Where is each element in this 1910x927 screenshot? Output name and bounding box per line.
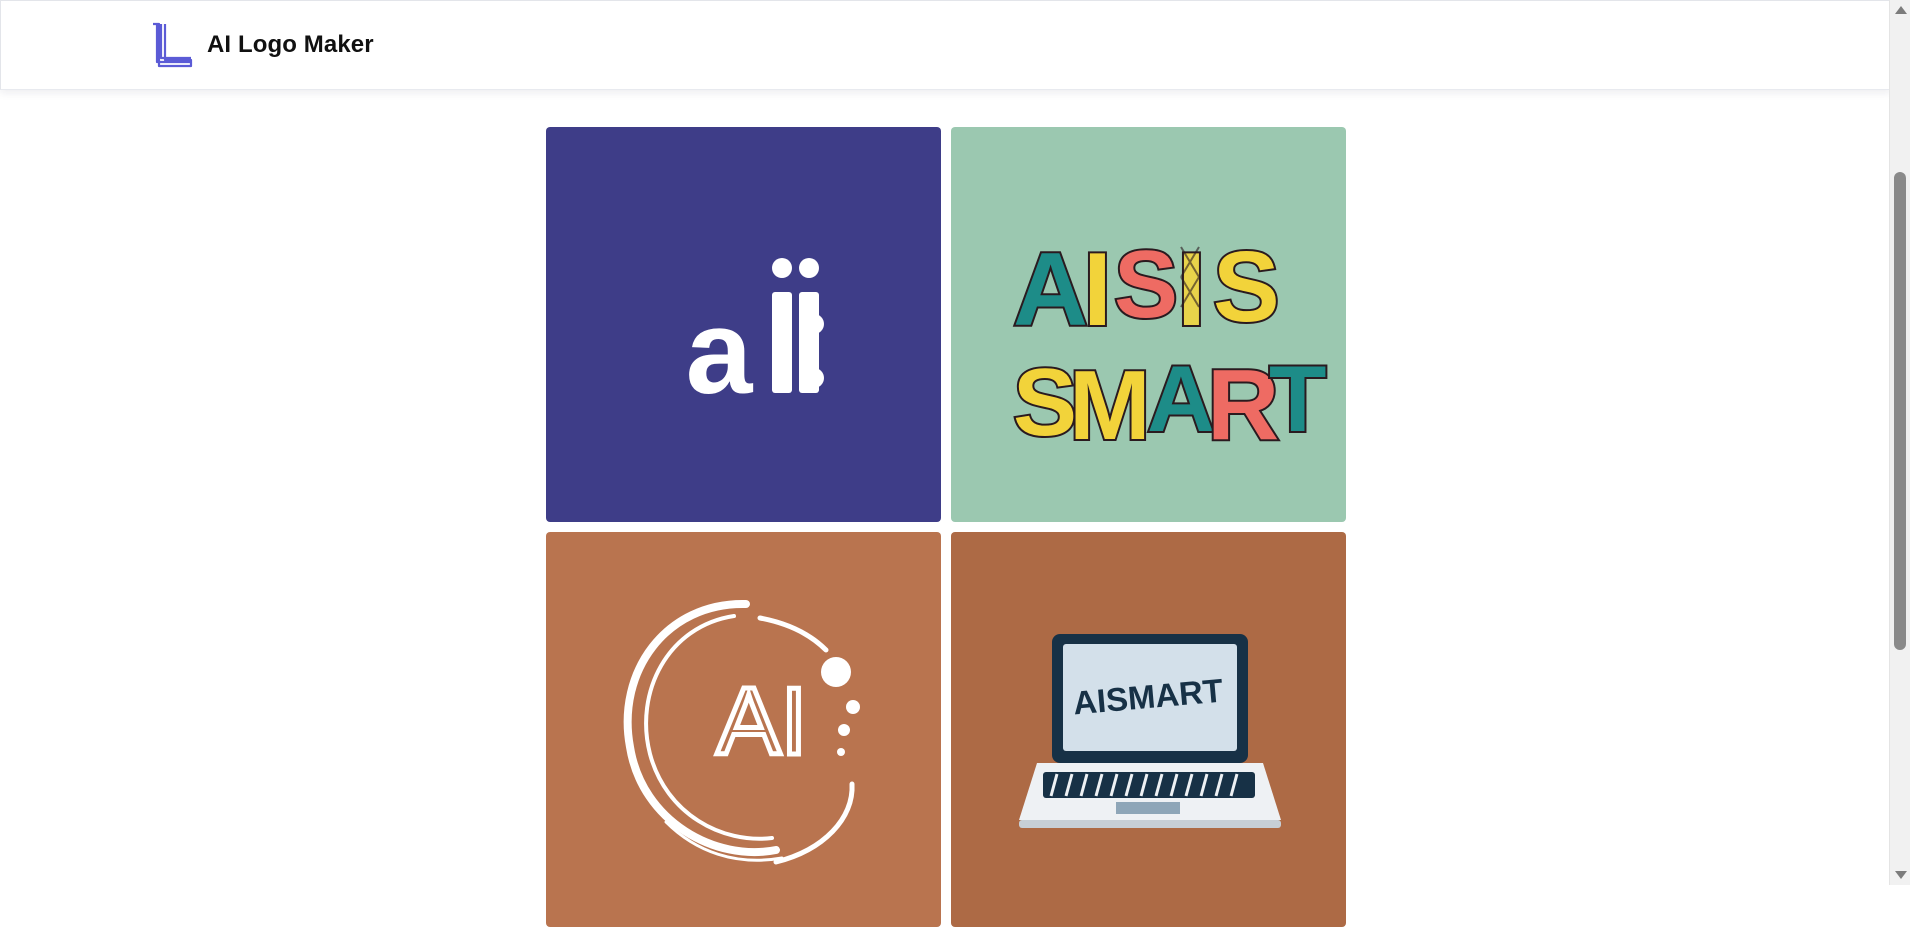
scroll-up-arrow-icon[interactable]: [1895, 6, 1907, 14]
svg-text:AI: AI: [717, 668, 808, 775]
logo-tile-ai-dots[interactable]: a: [546, 127, 941, 522]
ai-dots-logo-image: a: [546, 127, 941, 522]
aismart-laptop-logo-image: AISMART: [951, 532, 1346, 927]
logo-tile-aisis-smart[interactable]: A I S I S S M A R T: [951, 127, 1346, 522]
svg-text:a: a: [686, 285, 754, 419]
top-navbar: AI Logo Maker: [0, 0, 1891, 90]
stacked-l-logo-icon: [153, 22, 193, 68]
ai-circle-logo-image: AI: [546, 532, 941, 927]
svg-text:S: S: [1213, 231, 1280, 343]
scroll-down-arrow-icon[interactable]: [1895, 871, 1907, 879]
logo-gallery: a A I S I S S M A R T: [546, 127, 1346, 927]
svg-text:A: A: [1147, 346, 1215, 451]
aisis-smart-logo-image: A I S I S S M A R T: [951, 127, 1346, 522]
svg-text:M: M: [1069, 350, 1151, 460]
svg-text:T: T: [1269, 346, 1326, 451]
vertical-scrollbar[interactable]: [1889, 0, 1910, 885]
svg-text:A: A: [1013, 232, 1088, 348]
scroll-thumb[interactable]: [1894, 172, 1906, 650]
logo-tile-ai-circle[interactable]: AI: [546, 532, 941, 927]
svg-text:S: S: [1013, 349, 1077, 456]
brand-link[interactable]: AI Logo Maker: [151, 22, 374, 68]
svg-text:I: I: [1083, 232, 1112, 348]
logo-tile-aismart-laptop[interactable]: AISMART: [951, 532, 1346, 927]
svg-text:S: S: [1114, 231, 1178, 338]
brand-name: AI Logo Maker: [207, 31, 374, 58]
